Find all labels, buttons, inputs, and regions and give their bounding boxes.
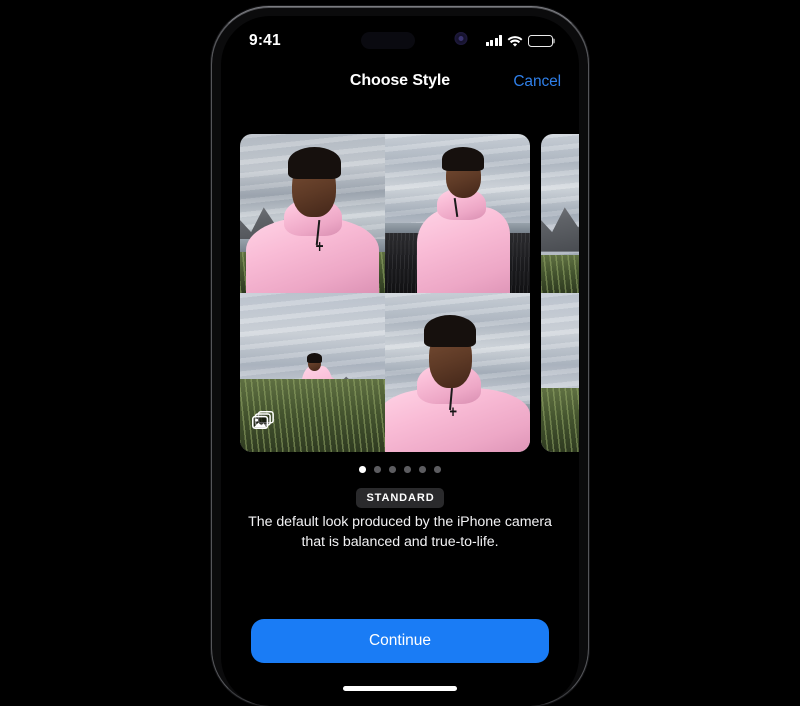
photo-cell-1 xyxy=(240,134,385,293)
photo-grid-next xyxy=(541,134,579,452)
home-indicator[interactable] xyxy=(343,686,457,691)
status-bar-time: 9:41 xyxy=(249,31,281,49)
photo-cell-next-1 xyxy=(541,134,579,293)
page-dot-2[interactable] xyxy=(374,466,381,473)
battery-icon xyxy=(528,34,553,47)
style-name-badge-container: STANDARD xyxy=(221,488,579,508)
style-description: The default look produced by the iPhone … xyxy=(248,514,552,550)
photo-stack-icon[interactable] xyxy=(252,411,274,430)
photo-cell-next-3 xyxy=(541,293,579,452)
page-indicator-dots[interactable] xyxy=(221,466,579,473)
dynamic-island xyxy=(361,32,415,49)
photo-cell-4 xyxy=(385,293,530,452)
style-carousel[interactable] xyxy=(221,134,579,452)
style-preview-card-next[interactable] xyxy=(541,134,579,452)
continue-button[interactable]: Continue xyxy=(251,619,549,663)
phone-screen: 9:41 Choose Style Cancel STANDARD The de… xyxy=(221,16,579,706)
status-bar: 9:41 xyxy=(221,16,579,60)
photo-grid xyxy=(240,134,530,452)
phone-device-frame: 9:41 Choose Style Cancel STANDARD The de… xyxy=(211,6,589,706)
page-dot-5[interactable] xyxy=(419,466,426,473)
cellular-signal-icon xyxy=(485,35,502,46)
page-dot-4[interactable] xyxy=(404,466,411,473)
navigation-bar: Choose Style Cancel xyxy=(221,60,579,104)
style-name-badge: STANDARD xyxy=(356,488,444,508)
page-dot-6[interactable] xyxy=(434,466,441,473)
cancel-button[interactable]: Cancel xyxy=(513,73,561,91)
page-dot-1[interactable] xyxy=(359,466,366,473)
photo-cell-2 xyxy=(385,134,530,293)
photo-cell-3 xyxy=(240,293,385,452)
style-preview-card-current[interactable] xyxy=(240,134,530,452)
page-dot-3[interactable] xyxy=(389,466,396,473)
wifi-icon xyxy=(507,35,523,47)
camera-in-use-indicator-icon xyxy=(454,32,468,45)
status-bar-indicators xyxy=(485,34,553,47)
